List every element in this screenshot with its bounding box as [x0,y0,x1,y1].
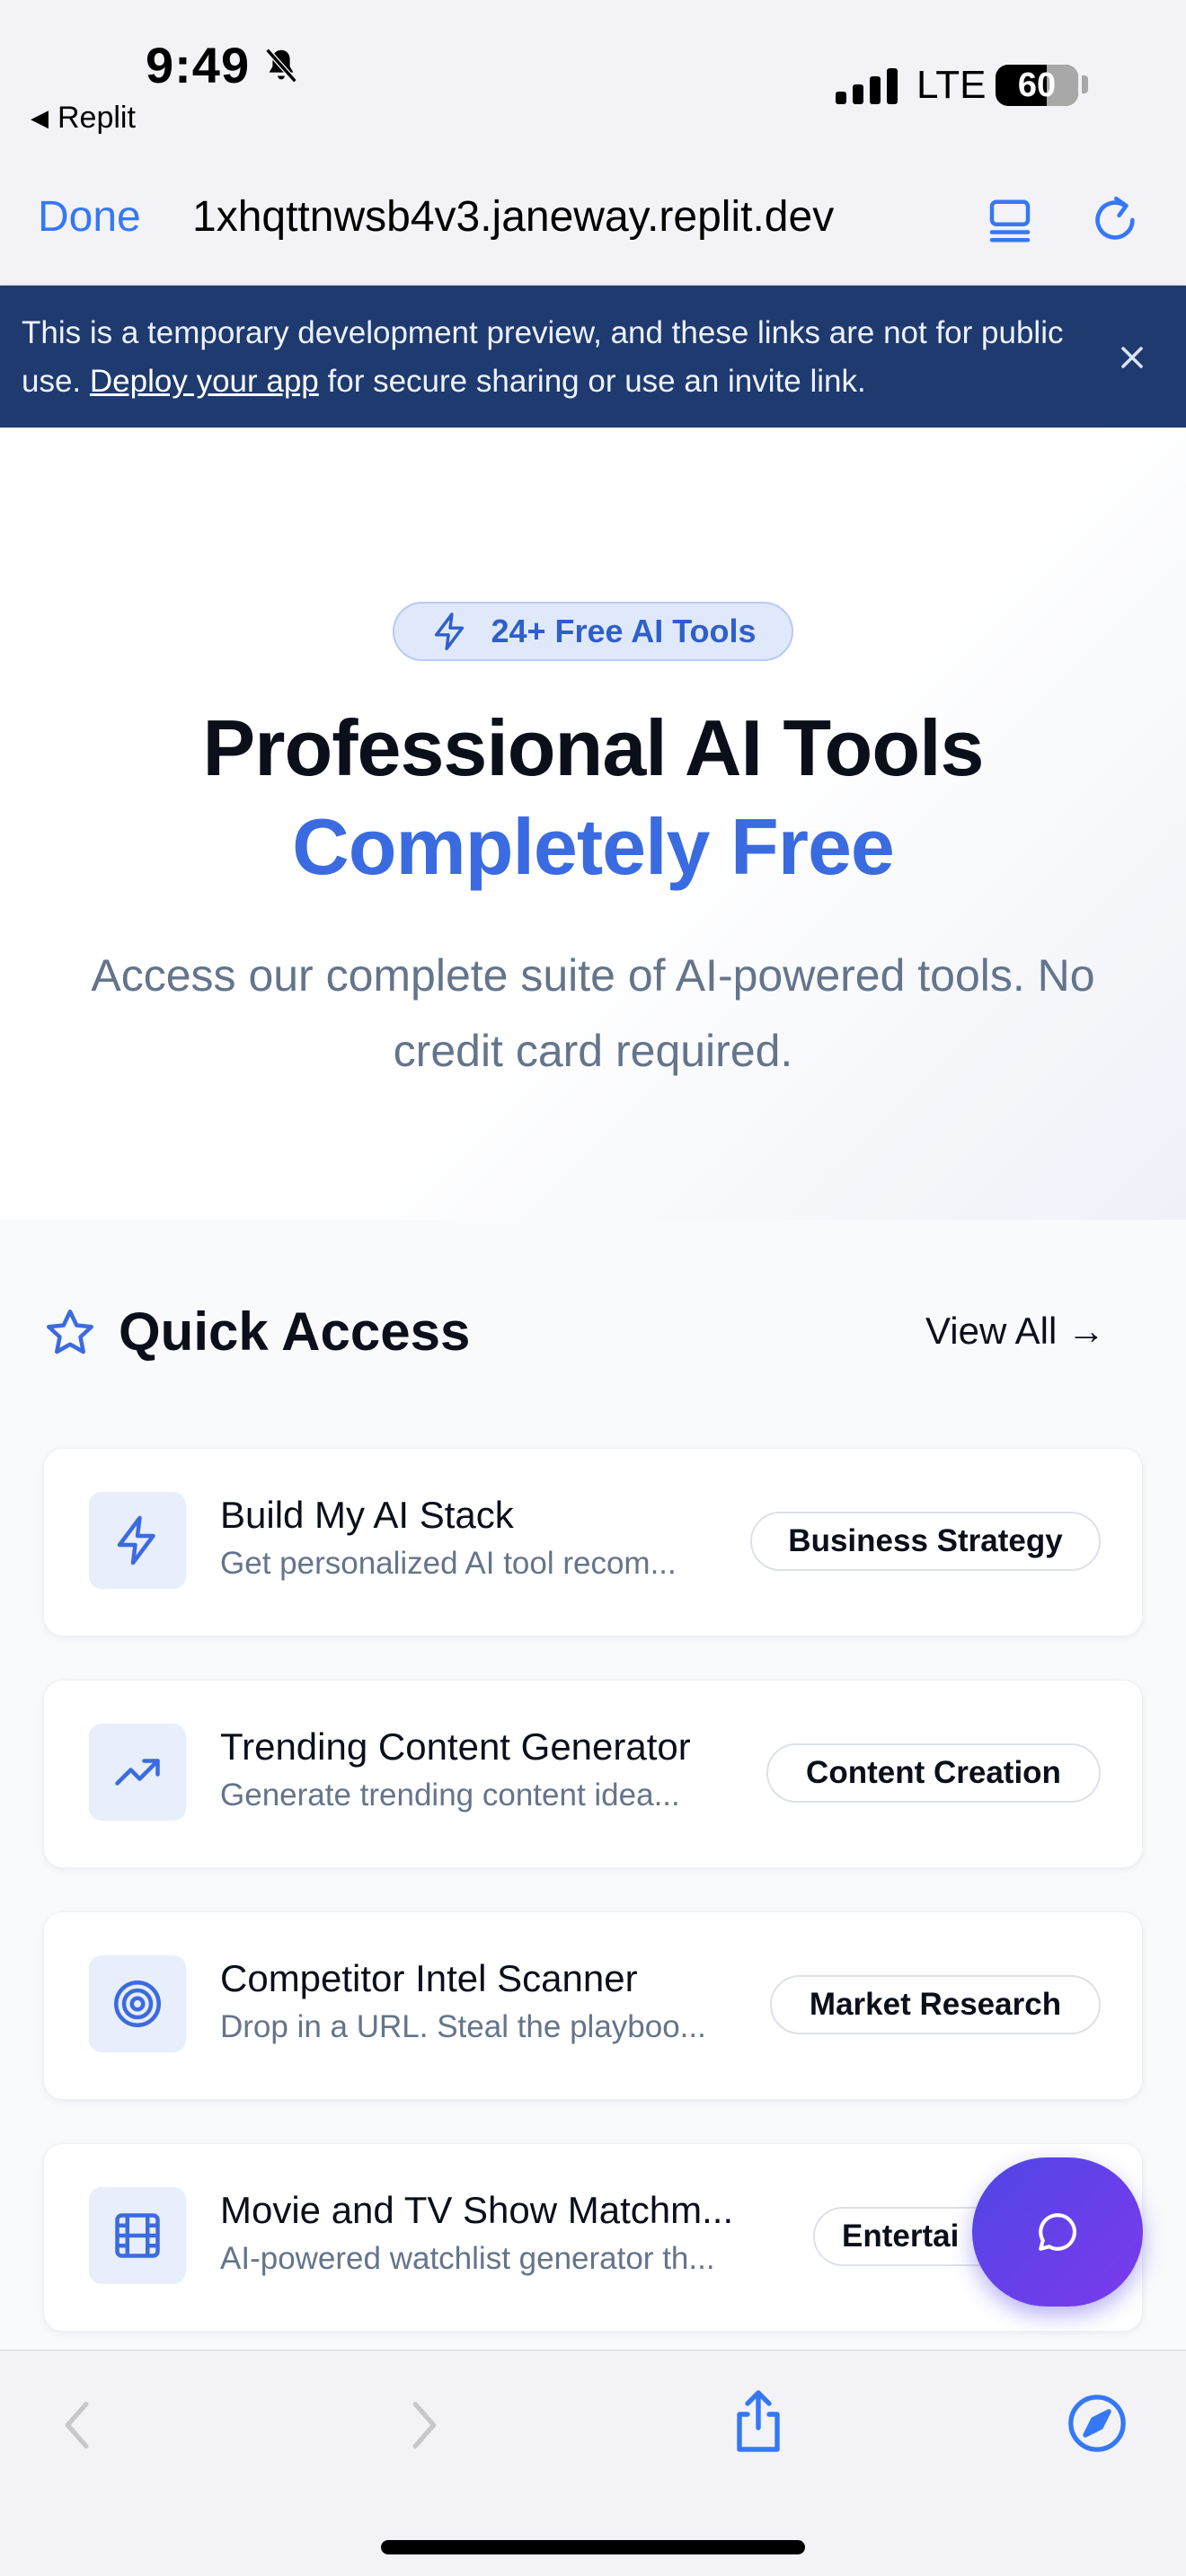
back-arrow-icon[interactable] [47,2394,110,2457]
banner-text-after: for secure sharing or use an invite link… [318,364,866,399]
url-field[interactable]: 1xhqttnwsb4v3.janeway.replit.dev [192,192,947,242]
deploy-app-link[interactable]: Deploy your app [90,364,319,399]
tool-card[interactable]: Trending Content Generator Generate tren… [43,1680,1143,1868]
tool-icon-container [89,1724,186,1821]
tool-description: AI-powered watchlist generator th... [220,2241,715,2276]
banner-message: This is a temporary development preview,… [22,309,1082,406]
lightning-icon [435,613,465,650]
tool-name: Movie and TV Show Matchm... [220,2189,734,2231]
tool-name: Trending Content Generator [220,1725,691,1768]
page-title: Professional AI Tools [202,703,985,792]
forward-arrow-icon[interactable] [392,2394,455,2457]
lightning-icon [117,1515,155,1566]
hero-description: Access our complete suite of AI-powered … [91,950,1095,1076]
badge-label: 24+ Free AI Tools [491,613,757,649]
back-triangle-icon: ◀ [31,104,49,131]
hero-section: 24+ Free AI Tools Professional AI Tools … [0,428,1186,1220]
battery-level: 60 [1017,66,1057,104]
reload-icon[interactable] [1087,192,1143,248]
section-title: Quick Access [119,1301,471,1362]
tool-icon-container [89,1955,186,2052]
status-time: 9:49 [146,37,251,93]
chat-bubble-icon [1039,2213,1076,2251]
view-all-link[interactable]: View All → [925,1310,1105,1353]
back-to-app-button[interactable]: ◀ Replit [31,101,136,136]
trending-up-icon [115,1759,160,1786]
tool-name: Build My AI Stack [220,1494,514,1536]
tool-name: Competitor Intel Scanner [220,1957,638,1999]
battery-icon: 60 [996,65,1078,106]
cellular-signal-icon [836,63,898,104]
status-bar: 9:49 ◀ Replit LTE 60 [0,0,1186,162]
close-icon[interactable] [1111,336,1154,379]
target-icon [114,1981,161,2027]
share-icon[interactable] [726,2386,791,2458]
category-tag: Content Creation [766,1743,1101,1803]
tool-card[interactable]: Build My AI Stack Get personalized AI to… [43,1448,1143,1636]
category-tag: Business Strategy [750,1512,1101,1571]
back-app-label: Replit [58,101,136,135]
tool-description: Get personalized AI tool recom... [220,1546,677,1581]
network-type: LTE [916,63,987,107]
bell-slash-icon [265,48,297,84]
battery-nub [1082,75,1088,93]
home-indicator[interactable] [381,2540,805,2554]
free-tools-badge: 24+ Free AI Tools [393,602,793,661]
tool-card[interactable]: Competitor Intel Scanner Drop in a URL. … [43,1911,1143,2100]
reader-view-icon[interactable] [983,194,1037,248]
done-button[interactable]: Done [38,192,141,242]
tool-icon-container [89,1492,186,1589]
page-title-accent: Completely Free [292,802,895,891]
browser-nav-bar: Done 1xhqttnwsb4v3.janeway.replit.dev [0,162,1186,286]
dev-preview-banner: This is a temporary development preview,… [0,286,1186,428]
tool-description: Generate trending content idea... [220,1778,680,1813]
star-icon [47,1310,93,1354]
tool-description: Drop in a URL. Steal the playboo... [220,2009,706,2044]
chat-button[interactable] [972,2157,1143,2307]
category-tag: Market Research [770,1975,1101,2034]
tool-icon-container [89,2187,186,2284]
compass-icon[interactable] [1066,2392,1128,2455]
film-icon [115,2213,160,2258]
